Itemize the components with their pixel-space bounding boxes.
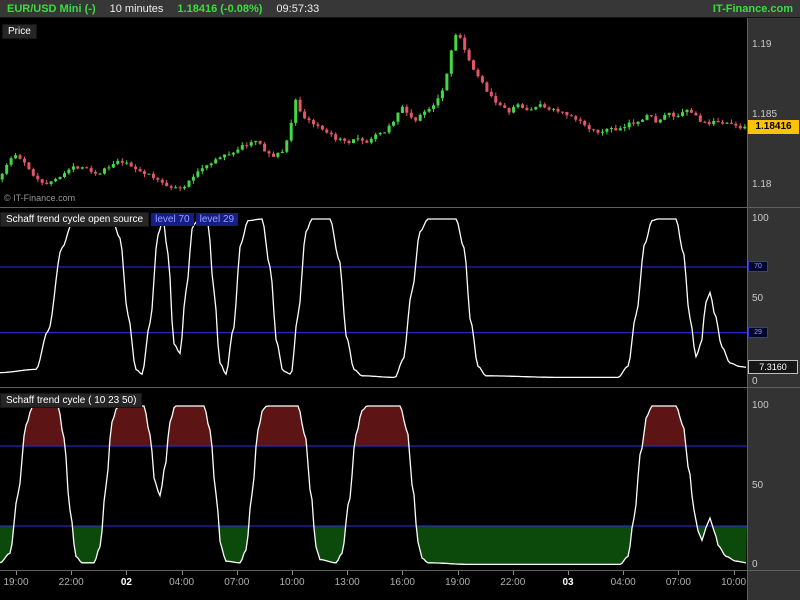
time-label: 19:00 <box>445 577 471 588</box>
time-label: 22:00 <box>58 577 84 588</box>
instrument-label: EUR/USD Mini (-) <box>7 2 96 15</box>
time-tick <box>512 571 514 575</box>
price-axis-tick: 1.185 <box>752 109 778 120</box>
right-axis-column[interactable] <box>747 18 800 600</box>
clock-label: 09:57:33 <box>276 2 320 15</box>
stc-chart[interactable] <box>0 388 747 570</box>
stc-open-source-chart[interactable] <box>0 208 747 387</box>
stc-title: Schaff trend cycle ( 10 23 50) <box>0 393 143 408</box>
quote-label: 1.18416 (-0.08%) <box>177 2 263 15</box>
time-tick <box>733 571 735 575</box>
stc-axis-tick: 50 <box>752 480 764 491</box>
time-tick <box>181 571 183 575</box>
time-tick <box>71 571 73 575</box>
time-label: 19:00 <box>3 577 29 588</box>
time-label: 10:00 <box>721 577 747 588</box>
time-label: 04:00 <box>610 577 636 588</box>
time-tick <box>568 571 569 575</box>
brand-label: IT-Finance.com <box>712 2 793 15</box>
price-axis-tick: 1.18 <box>752 179 772 190</box>
date-label: 03 <box>562 577 574 588</box>
stc-open-axis-tick: 50 <box>752 293 764 304</box>
time-tick <box>292 571 293 575</box>
level-29-tag: 29 <box>748 327 768 338</box>
time-tick <box>678 571 680 575</box>
time-tick <box>126 571 128 575</box>
up-candle-bodies <box>0 35 747 189</box>
time-tick <box>623 571 625 575</box>
time-tick <box>402 571 404 575</box>
last-price-tag: 1.18416 <box>748 120 799 134</box>
price-chart[interactable] <box>0 18 747 207</box>
stc-open-title: Schaff trend cycle open source <box>0 212 150 227</box>
trading-chart-window: EUR/USD Mini (-) 10 minutes 1.18416 (-0.… <box>0 0 800 600</box>
time-label: 16:00 <box>389 577 415 588</box>
time-label: 10:00 <box>279 577 305 588</box>
stc-open-value-tag: 7.3160 <box>748 360 798 374</box>
header-bar: EUR/USD Mini (-) 10 minutes 1.18416 (-0.… <box>0 0 800 18</box>
time-label: 07:00 <box>224 577 250 588</box>
price-panel-label: Price <box>2 24 37 39</box>
time-tick <box>457 571 459 575</box>
time-label: 13:00 <box>334 577 360 588</box>
level-70-tag: 70 <box>748 261 768 272</box>
down-candle-wicks <box>19 33 741 192</box>
date-label: 02 <box>120 577 132 588</box>
stc-open-axis-tick: 0 <box>752 376 758 387</box>
time-tick <box>347 571 349 575</box>
stc-open-axis-tick: 100 <box>752 213 769 224</box>
timeframe-label: 10 minutes <box>109 2 164 15</box>
panel-divider <box>0 207 800 208</box>
time-tick <box>236 571 238 575</box>
time-label: 07:00 <box>665 577 691 588</box>
indicator-curve <box>0 218 747 379</box>
stc-axis-tick: 0 <box>752 559 758 570</box>
level-70-label: level 70 <box>151 213 194 226</box>
level-29-label: level 29 <box>195 213 239 226</box>
down-candle-bodies <box>18 35 742 189</box>
panel-divider <box>0 387 800 388</box>
stc-axis-tick: 100 <box>752 400 769 411</box>
time-label: 04:00 <box>169 577 195 588</box>
watermark: © IT-Finance.com <box>4 193 76 203</box>
time-tick <box>16 571 17 575</box>
price-axis-tick: 1.19 <box>752 39 772 50</box>
time-axis[interactable]: 19:00 22:00 02 04:00 07:00 10:00 13:00 16:00 19:… <box>0 571 747 600</box>
oversold-fill <box>0 526 747 565</box>
time-label: 22:00 <box>500 577 526 588</box>
